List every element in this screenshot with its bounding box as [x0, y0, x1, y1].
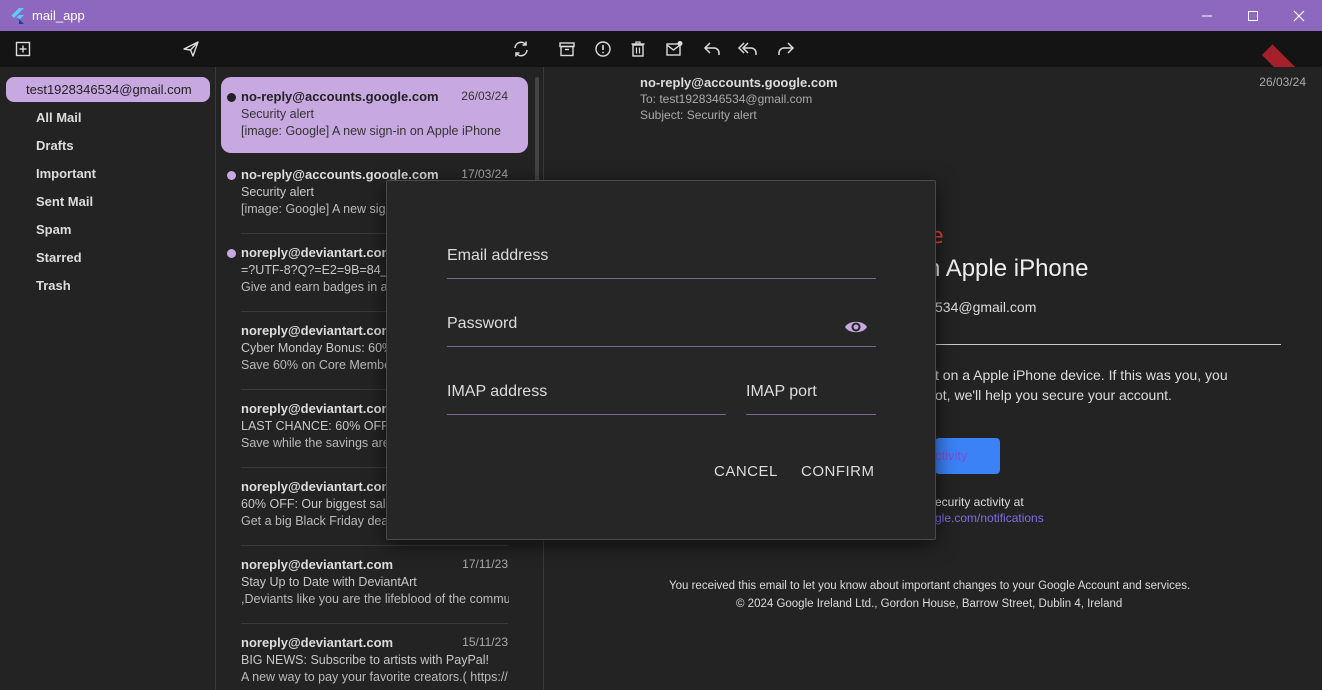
- imap-port-label: IMAP port: [746, 383, 817, 400]
- check-activity-button[interactable]: ctivity: [935, 438, 1000, 474]
- mail-subject: Stay Up to Date with DeviantArt: [241, 575, 417, 589]
- email-body-line: t on a Apple iPhone device. If this was …: [935, 367, 1228, 383]
- mark-unread-button[interactable]: [664, 39, 684, 59]
- close-button[interactable]: [1276, 0, 1322, 31]
- reader-subject: Subject: Security alert: [640, 108, 757, 122]
- reader-recipient: To: test1928346534@gmail.com: [640, 92, 813, 106]
- flutter-logo-icon: [11, 7, 24, 24]
- minimize-button[interactable]: [1184, 0, 1230, 31]
- imap-address-field[interactable]: IMAP address: [447, 383, 726, 415]
- delete-button[interactable]: [628, 39, 648, 59]
- notifications-link[interactable]: gle.com/notifications: [935, 511, 1044, 525]
- email-field-label: Email address: [447, 247, 549, 264]
- email-footer-line: © 2024 Google Ireland Ltd., Gordon House…: [736, 598, 1123, 610]
- reply-all-icon: [738, 42, 757, 55]
- toolbar: [0, 31, 1322, 67]
- reader-sender: no-reply@accounts.google.com: [640, 75, 838, 90]
- mail-item[interactable]: no-reply@accounts.google.com 26/03/24 Se…: [221, 77, 528, 153]
- field-underline: [746, 414, 876, 415]
- field-underline: [447, 346, 876, 347]
- unread-dot-icon: [227, 93, 236, 102]
- mail-preview: ,Deviants like you are the lifeblood of …: [241, 592, 509, 606]
- email-footer-line: You received this email to let you know …: [669, 580, 1191, 592]
- password-field-label: Password: [447, 315, 518, 332]
- new-mail-button[interactable]: [13, 39, 33, 59]
- window-title: mail_app: [32, 8, 85, 23]
- imap-port-field[interactable]: IMAP port: [746, 383, 876, 415]
- unread-dot-icon: [227, 171, 236, 180]
- send-button[interactable]: [181, 39, 201, 59]
- field-underline: [447, 278, 876, 279]
- email-account: 534@gmail.com: [935, 299, 1037, 315]
- mail-item[interactable]: noreply@deviantart.com 17/11/23 Stay Up …: [221, 545, 528, 624]
- archive-icon: [559, 42, 575, 57]
- add-box-icon: [15, 41, 31, 57]
- mark-email-unread-icon: [666, 41, 683, 56]
- imap-address-label: IMAP address: [447, 383, 548, 400]
- add-account-dialog: Email address Password IMAP address IMAP…: [386, 180, 936, 540]
- divider: [935, 344, 1281, 345]
- visibility-icon[interactable]: [844, 317, 868, 337]
- mail-subject: BIG NEWS: Subscribe to artists with PayP…: [241, 653, 489, 667]
- mail-sender: noreply@deviantart.com: [241, 557, 394, 572]
- unread-dot-icon: [227, 249, 236, 258]
- forward-button[interactable]: [776, 39, 796, 59]
- email-headline: n Apple iPhone: [927, 255, 1089, 282]
- folder-important[interactable]: Important: [36, 166, 96, 181]
- mail-sender: noreply@deviantart.com: [241, 245, 394, 260]
- minimize-icon: [1202, 15, 1212, 16]
- email-body-line: ot, we'll help you secure your account.: [935, 387, 1172, 403]
- mail-date: 26/03/24: [461, 89, 508, 103]
- title-bar: mail_app: [0, 0, 1322, 31]
- folder-drafts[interactable]: Drafts: [36, 138, 74, 153]
- mail-date: 17/03/24: [461, 167, 508, 181]
- sidebar: test1928346534@gmail.com All Mail Drafts…: [0, 67, 216, 690]
- field-underline: [447, 414, 726, 415]
- send-icon: [183, 41, 199, 57]
- mail-date: 17/11/23: [462, 557, 508, 571]
- reply-all-button[interactable]: [738, 39, 758, 59]
- password-field[interactable]: Password: [447, 315, 876, 347]
- folder-starred[interactable]: Starred: [36, 250, 82, 265]
- maximize-icon: [1248, 10, 1258, 21]
- cancel-button[interactable]: CANCEL: [714, 463, 778, 480]
- reply-icon: [703, 42, 720, 55]
- folder-sent-mail[interactable]: Sent Mail: [36, 194, 93, 209]
- mail-date: 15/11/23: [462, 635, 508, 649]
- email-activity-text: ecurity activity at: [935, 495, 1024, 509]
- mail-subject: Security alert: [241, 107, 314, 121]
- mail-preview: [image: Google] A new sign-in on Apple i…: [241, 124, 501, 138]
- account-item[interactable]: test1928346534@gmail.com: [6, 77, 210, 102]
- mail-sender: noreply@deviantart.com: [241, 479, 394, 494]
- mail-sender: noreply@deviantart.com: [241, 635, 394, 650]
- archive-button[interactable]: [557, 39, 577, 59]
- forward-icon: [778, 42, 795, 55]
- folder-trash[interactable]: Trash: [36, 278, 71, 293]
- report-spam-button[interactable]: [593, 39, 613, 59]
- refresh-button[interactable]: [511, 39, 531, 59]
- maximize-button[interactable]: [1230, 0, 1276, 31]
- email-field[interactable]: Email address: [447, 247, 876, 279]
- reader-date: 26/03/24: [1259, 75, 1306, 89]
- mail-sender: no-reply@accounts.google.com: [241, 89, 439, 104]
- confirm-button[interactable]: CONFIRM: [801, 463, 875, 480]
- close-icon: [1293, 10, 1305, 21]
- mail-preview: A new way to pay your favorite creators.…: [241, 670, 508, 684]
- folder-spam[interactable]: Spam: [36, 222, 71, 237]
- trash-icon: [631, 41, 645, 57]
- refresh-icon: [514, 41, 528, 57]
- folder-all-mail[interactable]: All Mail: [36, 110, 82, 125]
- mail-sender: noreply@deviantart.com: [241, 401, 394, 416]
- reply-button[interactable]: [702, 39, 722, 59]
- mail-sender: noreply@deviantart.com: [241, 323, 394, 338]
- report-icon: [595, 41, 611, 57]
- mail-item[interactable]: noreply@deviantart.com 15/11/23 BIG NEWS…: [221, 623, 528, 690]
